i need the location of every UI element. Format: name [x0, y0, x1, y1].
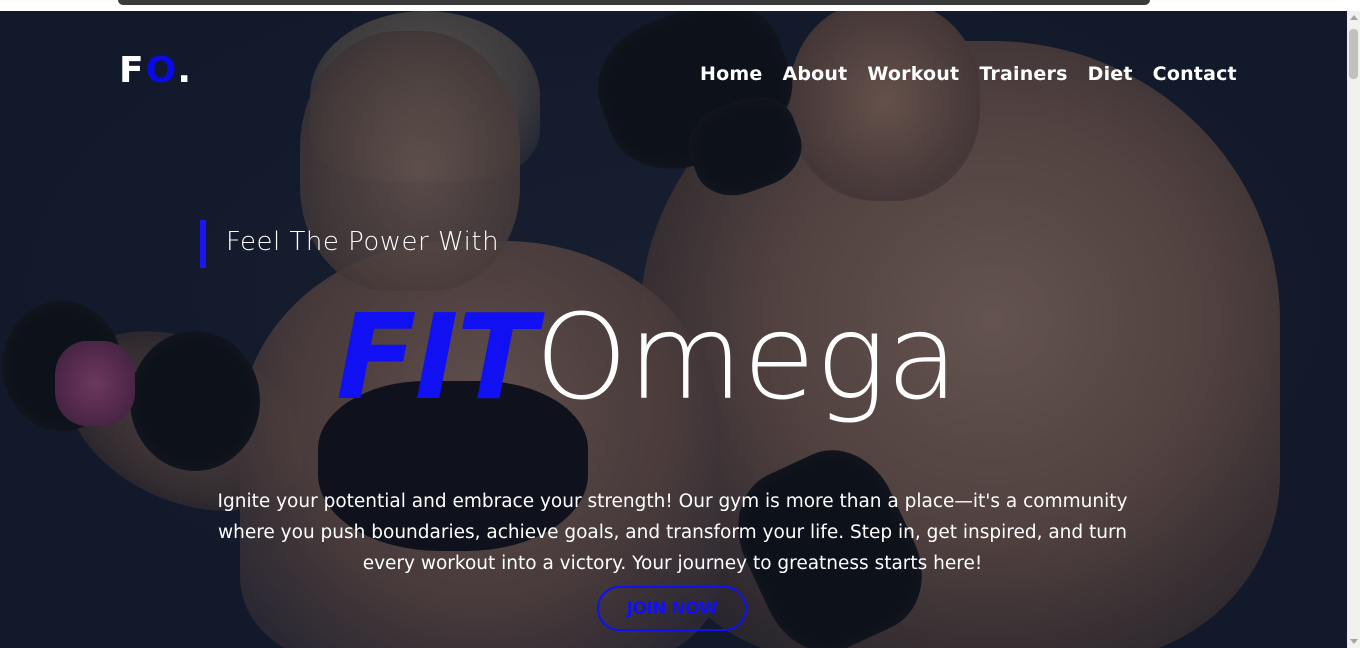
- nav-trainers[interactable]: Trainers: [979, 63, 1067, 85]
- logo-dot: .: [177, 50, 194, 91]
- main-nav: Home About Workout Trainers Diet Contact: [700, 63, 1237, 85]
- site-logo[interactable]: FO.: [119, 53, 193, 89]
- hero-section: FO. Home About Workout Trainers Diet Con…: [0, 11, 1347, 648]
- nav-diet[interactable]: Diet: [1088, 63, 1133, 85]
- nav-workout[interactable]: Workout: [867, 63, 959, 85]
- hero-headline: FITOmega: [336, 298, 959, 416]
- tagline-accent-bar: [200, 220, 206, 268]
- join-now-button[interactable]: JOIN NOW: [597, 586, 747, 631]
- nav-about[interactable]: About: [782, 63, 847, 85]
- nav-contact[interactable]: Contact: [1153, 63, 1237, 85]
- nav-home[interactable]: Home: [700, 63, 762, 85]
- browser-top-edge: [0, 0, 1360, 11]
- headline-rest: Omega: [535, 288, 959, 426]
- browser-tab-strip: [118, 0, 1150, 5]
- scroll-up-arrow-icon[interactable]: [1350, 15, 1358, 20]
- scroll-down-arrow-icon[interactable]: [1350, 639, 1358, 644]
- hero-tagline: Feel The Power With: [226, 227, 500, 257]
- logo-letter-o: O: [145, 50, 178, 91]
- logo-letter-f: F: [119, 50, 146, 91]
- headline-accent: FIT: [336, 288, 537, 426]
- scrollbar-thumb[interactable]: [1349, 29, 1358, 79]
- hero-description: Ignite your potential and embrace your s…: [217, 491, 1128, 574]
- page-scrollbar[interactable]: [1347, 11, 1360, 648]
